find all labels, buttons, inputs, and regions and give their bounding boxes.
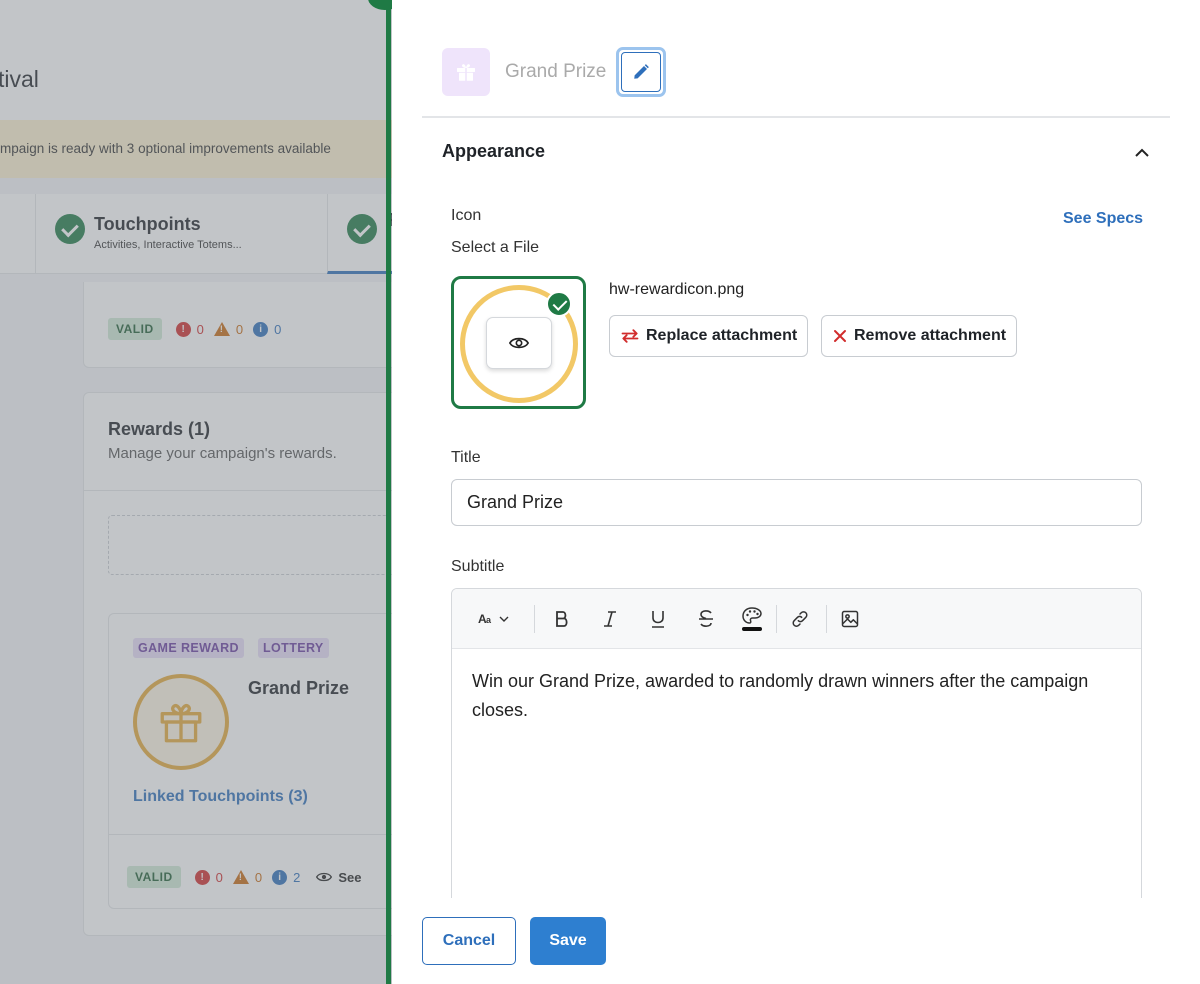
font-size-icon: A a	[478, 612, 509, 626]
underline-icon	[652, 611, 664, 628]
gift-icon	[442, 48, 490, 96]
underline-button[interactable]	[642, 603, 674, 635]
italic-icon	[604, 611, 616, 627]
icon-file-thumbnail[interactable]	[451, 276, 586, 409]
drawer-title: Grand Prize	[505, 61, 607, 82]
image-icon	[841, 610, 859, 628]
editor-toolbar: A a	[452, 589, 1141, 649]
palette-icon	[742, 607, 762, 631]
italic-button[interactable]	[594, 603, 626, 635]
preview-button[interactable]	[486, 317, 552, 369]
cancel-button[interactable]: Cancel	[422, 917, 516, 965]
icon-label: Icon	[451, 207, 482, 224]
eye-icon	[509, 337, 529, 349]
chevron-up-icon[interactable]	[1132, 142, 1152, 162]
drawer-footer: Cancel Save	[392, 898, 1200, 984]
bold-icon	[556, 611, 568, 627]
toolbar-divider	[534, 605, 535, 633]
subtitle-text[interactable]: Win our Grand Prize, awarded to randomly…	[472, 667, 1112, 725]
edit-title-button[interactable]	[616, 47, 667, 97]
remove-attachment-button[interactable]: Remove attachment	[821, 315, 1018, 357]
strikethrough-button[interactable]	[690, 603, 722, 635]
drawer-header: Grand Prize	[442, 47, 667, 97]
replace-attachment-label: Replace attachment	[646, 327, 798, 344]
image-button[interactable]	[834, 603, 866, 635]
divider	[422, 116, 1170, 118]
swap-icon	[621, 329, 639, 343]
subtitle-rich-text-editor[interactable]: A a Win our Grand Prize, awarded to rand…	[451, 588, 1142, 928]
subtitle-label: Subtitle	[451, 558, 505, 575]
remove-attachment-label: Remove attachment	[854, 327, 1007, 344]
file-name: hw-rewardicon.png	[609, 281, 745, 298]
link-button[interactable]	[784, 603, 816, 635]
see-specs-link[interactable]: See Specs	[1063, 210, 1143, 228]
title-label: Title	[451, 449, 481, 466]
text-color-button[interactable]	[736, 603, 768, 635]
select-file-label: Select a File	[451, 239, 540, 256]
strikethrough-icon	[699, 610, 713, 627]
bold-button[interactable]	[546, 603, 578, 635]
reward-edit-drawer: Grand Prize Appearance Icon See Specs Se…	[392, 0, 1200, 984]
modal-backdrop[interactable]	[0, 0, 392, 984]
replace-attachment-button[interactable]: Replace attachment	[609, 315, 809, 357]
title-input[interactable]: Grand Prize	[451, 479, 1142, 526]
font-size-dropdown[interactable]: A a	[474, 603, 518, 635]
close-icon	[834, 330, 846, 342]
drawer-resize-handle[interactable]	[386, 0, 391, 984]
upload-success-icon	[546, 291, 572, 317]
pencil-icon	[634, 64, 650, 79]
toolbar-divider	[776, 605, 777, 633]
svg-text:a: a	[486, 615, 492, 625]
save-button[interactable]: Save	[530, 917, 606, 965]
link-icon	[792, 611, 808, 627]
toolbar-divider	[826, 605, 827, 633]
section-title-appearance[interactable]: Appearance	[442, 141, 545, 162]
